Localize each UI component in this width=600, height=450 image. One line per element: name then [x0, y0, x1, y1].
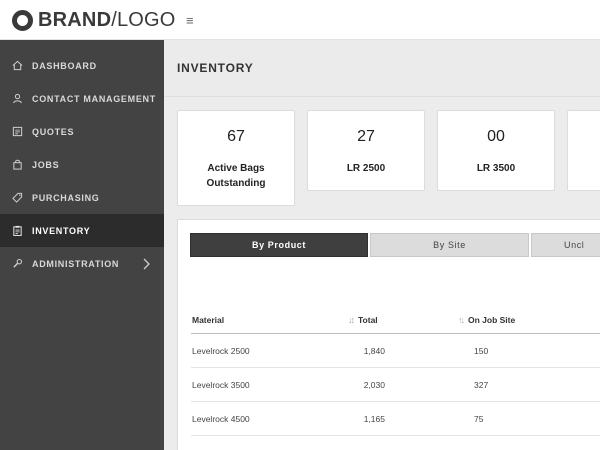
column-header-on-job-site[interactable]: ↑↓ On Job Site: [458, 315, 515, 325]
stat-card-lr-2500: 27 LR 2500: [307, 110, 425, 191]
table-row[interactable]: Levelrock 2500 1,840 150: [191, 334, 600, 368]
stat-value: 00: [487, 128, 505, 145]
sidebar-item-administration[interactable]: ADMINISTRATION: [0, 247, 164, 280]
sidebar-item-label: ADMINISTRATION: [32, 258, 120, 269]
column-header-material[interactable]: Material: [192, 315, 224, 325]
sidebar-item-purchasing[interactable]: PURCHASING: [0, 181, 164, 214]
logo-ring-icon: [12, 9, 33, 31]
clipboard-icon: [12, 225, 23, 236]
stat-label: Active Bags Outstanding: [206, 163, 266, 189]
cell-total: 1,165: [363, 414, 385, 424]
cell-total: 2,030: [363, 380, 385, 390]
tab-unclaimed[interactable]: Uncl: [531, 233, 600, 257]
sidebar-item-label: QUOTES: [32, 126, 75, 137]
document-icon: [12, 126, 23, 137]
user-icon: [12, 93, 23, 104]
table-row[interactable]: Levelrock 3500 2,030 327: [191, 368, 600, 402]
tab-by-site[interactable]: By Site: [370, 233, 529, 257]
wrench-icon: [12, 258, 23, 269]
sort-icon: ↑↓: [458, 315, 465, 325]
cell-on-job-site: 327: [474, 380, 489, 390]
cell-material: Levelrock 2500: [192, 346, 250, 356]
sidebar-item-contact-management[interactable]: CONTACT MANAGEMENT: [0, 82, 164, 115]
chevron-right-icon: [143, 257, 150, 275]
logo-text: BRAND/LOGO: [38, 9, 176, 31]
sidebar-item-label: CONTACT MANAGEMENT: [32, 93, 156, 104]
stat-label: LR 3500: [476, 163, 516, 174]
top-header: BRAND/LOGO ≡: [0, 0, 600, 40]
sidebar-item-jobs[interactable]: JOBS: [0, 148, 164, 181]
inventory-panel: By Product By Site Uncl Material ↓↕ Tota…: [177, 219, 600, 450]
cell-on-job-site: 150: [474, 346, 489, 356]
home-icon: [12, 60, 23, 71]
stat-card-partial: [567, 110, 600, 191]
cell-material: Levelrock 3500: [192, 380, 250, 390]
cell-total: 1,840: [363, 346, 385, 356]
page-title: INVENTORY: [177, 61, 254, 75]
sidebar: DASHBOARD CONTACT MANAGEMENT QUOTES JOBS…: [0, 40, 164, 450]
stat-label: LR 2500: [346, 163, 386, 174]
main-content: INVENTORY 67 Active Bags Outstanding 27 …: [164, 40, 600, 450]
sidebar-item-quotes[interactable]: QUOTES: [0, 115, 164, 148]
sidebar-item-label: PURCHASING: [32, 192, 100, 203]
stat-card-active-bags: 67 Active Bags Outstanding: [177, 110, 295, 206]
sort-descending-icon: ↓↕: [348, 315, 355, 325]
sidebar-item-label: JOBS: [32, 159, 60, 170]
stat-card-lr-3500: 00 LR 3500: [437, 110, 555, 191]
bag-icon: [12, 159, 23, 170]
stat-value: 27: [357, 128, 375, 145]
sidebar-item-dashboard[interactable]: DASHBOARD: [0, 49, 164, 82]
brand-logo[interactable]: BRAND/LOGO: [12, 9, 176, 31]
tab-by-product[interactable]: By Product: [190, 233, 368, 257]
page-header: INVENTORY: [164, 40, 600, 97]
tag-icon: [12, 192, 23, 203]
cell-on-job-site: 75: [474, 414, 484, 424]
sidebar-item-inventory[interactable]: INVENTORY: [0, 214, 164, 247]
stat-value: 67: [227, 128, 245, 145]
sidebar-item-label: INVENTORY: [32, 225, 91, 236]
column-header-total[interactable]: ↓↕ Total: [348, 315, 378, 325]
sidebar-item-label: DASHBOARD: [32, 60, 97, 71]
hamburger-icon[interactable]: ≡: [186, 13, 194, 28]
table-row[interactable]: Levelrock 4500 1,165 75: [191, 402, 600, 436]
cell-material: Levelrock 4500: [192, 414, 250, 424]
